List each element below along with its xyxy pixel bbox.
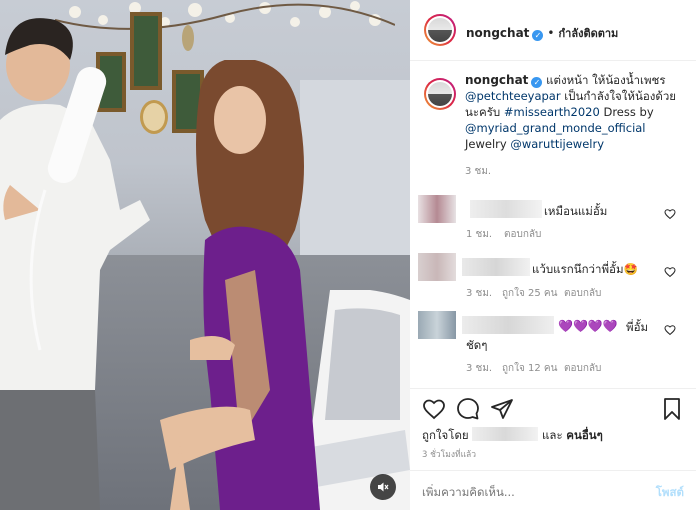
caption-time[interactable]: 3 ชม.: [465, 164, 690, 180]
reply-button[interactable]: ตอบกลับ: [564, 361, 601, 376]
post-actions: ถูกใจโดย และ คนอื่นๆ 3 ชั่วโมงที่แล้ว: [410, 388, 696, 469]
comment-input[interactable]: [420, 481, 624, 503]
comment-emoji: 💜💜💜💜: [558, 319, 618, 333]
verified-badge-icon: ✓: [532, 30, 544, 41]
comment-icon[interactable]: [456, 397, 480, 421]
comment-text: พี่อั้ม: [626, 320, 649, 334]
comment-text: แว้บแรกนึกว่าพี่อั้ม🤩: [532, 262, 638, 276]
header-separator: •: [547, 26, 555, 40]
bookmark-icon[interactable]: [660, 397, 684, 421]
mute-toggle-button[interactable]: [370, 474, 396, 500]
heart-icon[interactable]: [664, 208, 676, 220]
add-comment-bar: โพสต์: [410, 470, 696, 511]
mention-link[interactable]: @myriad_grand_monde_official: [465, 121, 646, 135]
hashtag-link[interactable]: #missearth2020: [504, 105, 600, 119]
likes-summary: ถูกใจโดย และ คนอื่นๆ: [422, 427, 603, 442]
post-photo[interactable]: [0, 0, 410, 510]
avatar[interactable]: [424, 14, 456, 46]
comment-username[interactable]: [462, 316, 554, 334]
caption-text: nongchat ✓ แต่งหน้า ให้น้องน้ำเพชร @petch…: [465, 72, 690, 180]
speaker-muted-icon: [378, 482, 389, 492]
comment-likes[interactable]: ถูกใจ 12 คน: [502, 361, 557, 376]
verified-badge-icon: ✓: [531, 77, 543, 88]
likes-others-link[interactable]: คนอื่นๆ: [566, 428, 603, 442]
liker-username[interactable]: [472, 427, 539, 441]
comment-time[interactable]: 1 ชม.: [466, 227, 492, 242]
comment-time[interactable]: 3 ชม.: [466, 361, 492, 376]
post-header: nongchat ✓ • กำลังติดตาม: [410, 0, 696, 61]
heart-icon[interactable]: [422, 397, 446, 421]
header-username[interactable]: nongchat: [466, 26, 529, 40]
reply-button[interactable]: ตอบกลับ: [564, 286, 601, 301]
comment-text: เหมือนแม่อั้ม: [544, 204, 608, 218]
caption-avatar[interactable]: [424, 78, 456, 110]
comment-text-cont: ชัดๆ: [466, 338, 488, 352]
post-time[interactable]: 3 ชั่วโมงที่แล้ว: [422, 447, 476, 461]
follow-status-button[interactable]: กำลังติดตาม: [559, 27, 619, 40]
heart-icon[interactable]: [664, 266, 676, 278]
mention-link[interactable]: @waruttijewelry: [510, 137, 604, 151]
comment-likes[interactable]: ถูกใจ 25 คน: [502, 286, 557, 301]
comment-avatar[interactable]: [418, 311, 456, 339]
heart-icon[interactable]: [664, 324, 676, 336]
caption-username[interactable]: nongchat: [465, 73, 528, 87]
hairstylist-figure: [0, 18, 150, 510]
reply-button[interactable]: ตอบกลับ: [504, 227, 541, 242]
mention-link[interactable]: @petchteeyapar: [465, 89, 561, 103]
comment-time[interactable]: 3 ชม.: [466, 286, 492, 301]
post-sidebar: nongchat ✓ • กำลังติดตาม nongchat ✓ แต่งหน้า…: [410, 0, 696, 510]
comment-username[interactable]: [462, 258, 530, 276]
comment-avatar[interactable]: [418, 195, 456, 223]
model-figure: [160, 60, 320, 510]
post-comment-button[interactable]: โพสต์: [656, 484, 684, 502]
comment-username[interactable]: [470, 200, 542, 218]
share-icon[interactable]: [490, 397, 514, 421]
comment-avatar[interactable]: [418, 253, 456, 281]
